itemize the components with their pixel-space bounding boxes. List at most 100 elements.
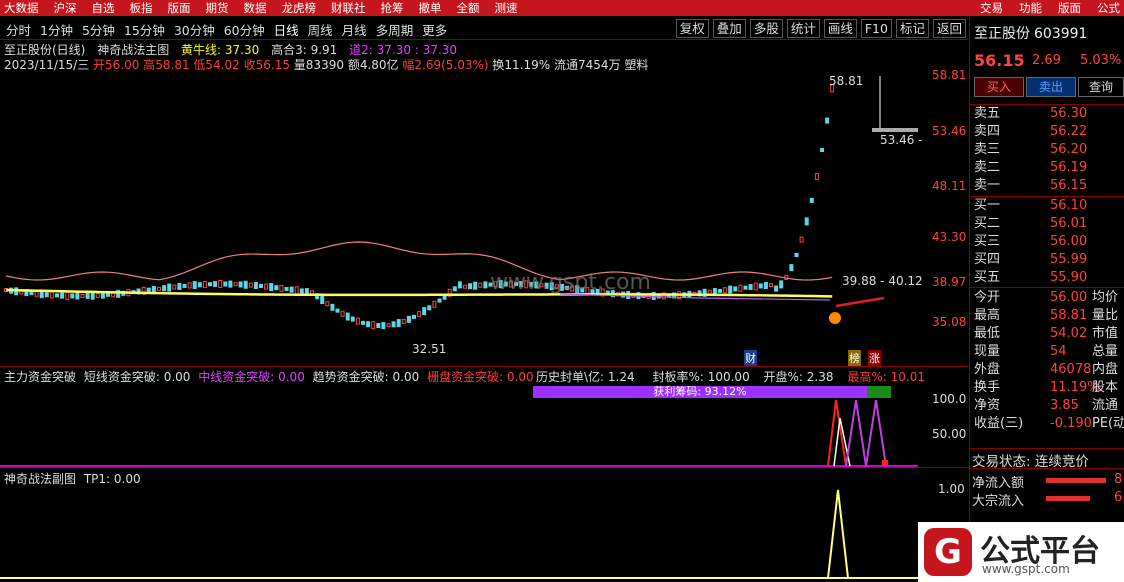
ask-row: 卖三 56.20 [974, 141, 1124, 159]
period-tab[interactable]: 月线 [342, 20, 367, 39]
logo-url: www.gspt.com [982, 562, 1070, 576]
top-menu-item[interactable]: 测速 [495, 0, 518, 16]
candle [774, 285, 779, 292]
sub2-chart[interactable] [0, 484, 918, 582]
top-menu-item[interactable]: 财联社 [331, 0, 366, 16]
top-menu-item[interactable]: 龙虎榜 [282, 0, 317, 16]
price-axis-5: 38.97 [932, 275, 967, 289]
range-annotation: 39.88 - 40.12 [842, 274, 923, 288]
candle [167, 283, 172, 292]
period-tab[interactable]: 5分钟 [82, 20, 115, 39]
candle [248, 282, 253, 288]
buy-button[interactable]: 买入 [974, 77, 1024, 97]
toolbar-button[interactable]: 多股 [749, 19, 783, 38]
top-menu-item[interactable]: 撤单 [419, 0, 442, 16]
toolbar-button[interactable]: 标记 [895, 19, 929, 38]
toolbar-button[interactable]: 画线 [823, 19, 857, 38]
top-menu-item[interactable]: 板指 [130, 0, 153, 16]
ask-price: 56.19 [1050, 160, 1088, 175]
trade-status: 交易状态: 连续竞价 [972, 454, 1089, 470]
top-menu-item[interactable]: 沪深 [54, 0, 77, 16]
bid-row: 买二 56.01 [974, 215, 1124, 233]
top-menu-item[interactable]: 数据 [244, 0, 267, 16]
divider [969, 196, 1124, 197]
period-tab[interactable]: 30分钟 [174, 20, 215, 39]
stat-row: 净资 3.85 流通 [974, 397, 1124, 415]
top-menu-right-item[interactable]: 公式 [1097, 0, 1120, 16]
ask-label: 卖二 [974, 160, 1001, 175]
candle [437, 298, 442, 303]
toolbar-button[interactable]: 复权 [675, 19, 709, 38]
toolbar-button[interactable]: 统计 [786, 19, 820, 38]
toolbar-button[interactable]: 返回 [932, 19, 966, 38]
period-tab[interactable]: 1分钟 [40, 20, 73, 39]
top-menu-item[interactable]: 期货 [206, 0, 229, 16]
candle [366, 321, 371, 328]
candle [743, 285, 748, 290]
stat-label: 最低 [974, 326, 1001, 341]
period-tab[interactable]: 周线 [308, 20, 333, 39]
sub1-axis-50: 50.00 [932, 427, 967, 441]
toolbar-button[interactable]: 叠加 [712, 19, 746, 38]
net-inflow-label: 净流入额 [972, 476, 1025, 491]
candle [60, 292, 65, 299]
bid-price: 56.10 [1050, 198, 1088, 213]
indicator-name[interactable]: 神奇战法主图 [97, 43, 169, 57]
sub1-indicator[interactable]: 主力资金突破 [4, 370, 76, 384]
candle [228, 280, 233, 288]
period-tab[interactable]: 日线 [274, 20, 299, 39]
toolbar-button[interactable]: F10 [860, 19, 892, 38]
period-tab[interactable]: 15分钟 [124, 20, 165, 39]
candle [213, 281, 218, 288]
top-menu-item[interactable]: 版面 [168, 0, 191, 16]
candle [728, 285, 733, 294]
sell-button[interactable]: 卖出 [1026, 77, 1076, 97]
period-tab[interactable]: 60分钟 [224, 20, 265, 39]
stat-label-2: 均价 [1092, 290, 1119, 305]
top-menu-right-item[interactable]: 交易 [980, 0, 1003, 16]
query-button[interactable]: 查询 [1078, 77, 1124, 97]
seal-rate: 封板率%: 100.00 [652, 370, 750, 384]
candlestick-chart[interactable] [0, 68, 918, 364]
divider [0, 366, 968, 367]
stat-label: 最高 [974, 308, 1001, 323]
top-menu-item[interactable]: 抢筹 [381, 0, 404, 16]
candle [253, 282, 258, 290]
badge-finance[interactable]: 财 [744, 350, 757, 366]
candle [340, 310, 345, 317]
candle [223, 281, 228, 287]
mid-breakout: 中线资金突破: 0.00 [198, 370, 305, 384]
stat-row: 换手 11.19% 股本 [974, 379, 1124, 397]
divider [969, 287, 1124, 288]
top-menu-item[interactable]: 大数据 [4, 0, 39, 16]
top-menu-right-item[interactable]: 版面 [1058, 0, 1081, 16]
trend-breakout: 趋势资金突破: 0.00 [312, 370, 420, 384]
ask-row: 卖二 56.19 [974, 159, 1124, 177]
ask-row: 卖一 56.15 [974, 177, 1124, 195]
candle [483, 281, 488, 289]
candle [55, 293, 59, 298]
candle [49, 291, 54, 299]
price-axis-2: 53.46 [932, 124, 967, 138]
ask-label: 卖三 [974, 142, 1001, 157]
block-inflow-label: 大宗流入 [972, 494, 1025, 509]
price-change-pct: 5.03% [1080, 53, 1122, 68]
period-tab[interactable]: 分时 [6, 20, 31, 39]
top-menu-item[interactable]: 自选 [92, 0, 115, 16]
period-tab[interactable]: 多周期 [376, 20, 414, 39]
stat-value: 46078 [1050, 362, 1092, 377]
period-tab[interactable]: 更多 [422, 20, 447, 39]
badge-limitup[interactable]: 涨 [868, 350, 881, 366]
bid-label: 买三 [974, 234, 1001, 249]
bid-price: 56.01 [1050, 216, 1088, 231]
top-menu-right-item[interactable]: 功能 [1019, 0, 1042, 16]
candle [748, 284, 753, 291]
sub1-chart[interactable] [0, 398, 918, 468]
bid-row: 买五 55.90 [974, 269, 1124, 287]
top-menu-item[interactable]: 全额 [457, 0, 480, 16]
candle [794, 253, 799, 257]
period-toolbar: 分时 1分钟 5分钟 15分钟 30分钟 60分钟 日线 周线 月线 多周期 更多 复权 叠加 多股 统计… [0, 17, 968, 40]
candle [406, 315, 411, 323]
sub2-axis-1: 1.00 [938, 482, 965, 496]
badge-rank[interactable]: 榜 [848, 350, 861, 366]
